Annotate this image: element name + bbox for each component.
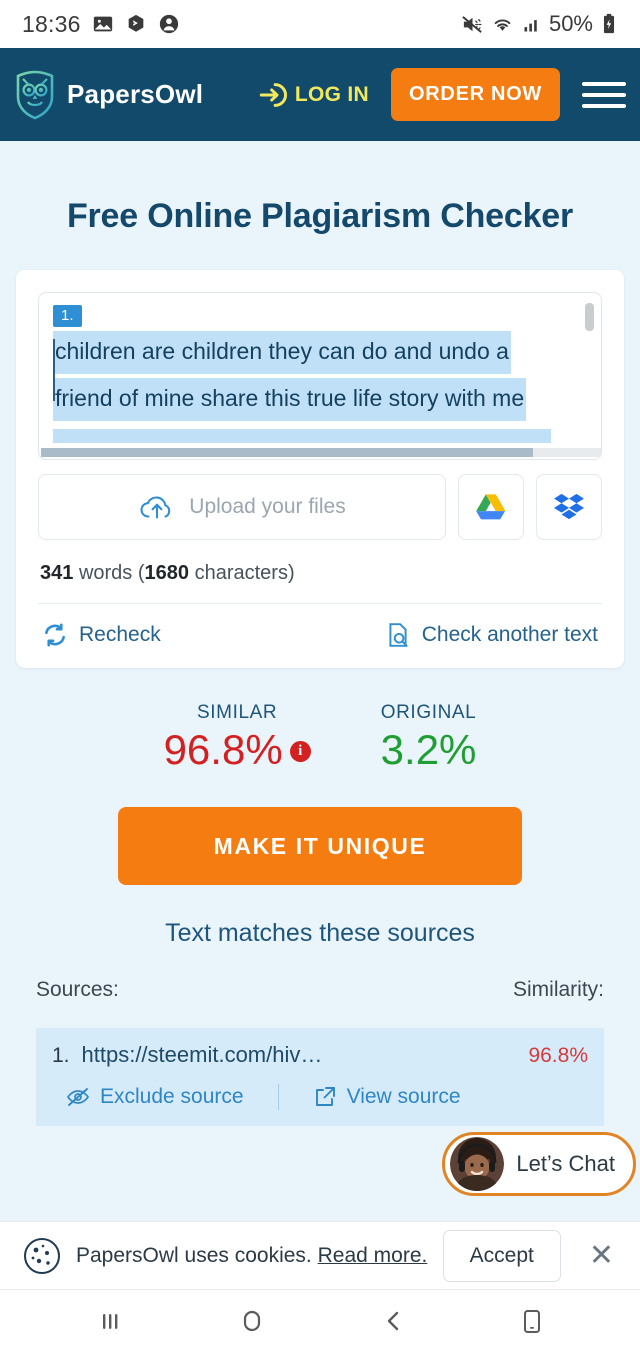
eye-off-icon <box>66 1085 90 1109</box>
original-value: 3.2% <box>380 726 477 773</box>
source-similarity: 96.8% <box>528 1044 588 1068</box>
cellular-signal-icon <box>521 14 542 35</box>
text-caret <box>53 339 55 401</box>
cookie-accept-button[interactable]: Accept <box>442 1229 561 1282</box>
editor-line-3-partial <box>53 429 551 443</box>
dropbox-icon <box>554 493 584 521</box>
recents-icon[interactable] <box>95 1306 125 1336</box>
back-icon[interactable] <box>378 1306 408 1336</box>
word-count-label: words <box>78 562 133 584</box>
word-count: 341 words (1680 characters) <box>40 562 295 584</box>
cloud-upload-icon <box>138 491 176 523</box>
dropbox-button[interactable] <box>536 474 602 540</box>
owl-logo-icon <box>12 69 58 121</box>
refresh-icon <box>42 622 68 648</box>
make-it-unique-button[interactable]: MAKE IT UNIQUE <box>118 807 522 886</box>
status-bar: 18:36 50% <box>0 0 640 48</box>
agent-avatar <box>450 1137 505 1191</box>
mobile-screen: 18:36 50% PapersOwl LOG IN ORDER NOW Fre… <box>0 0 640 1351</box>
battery-percent: 50% <box>548 11 593 36</box>
person-icon <box>158 13 180 35</box>
text-editor[interactable]: 1. children are children they can do and… <box>38 292 602 460</box>
login-button[interactable]: LOG IN <box>259 80 369 110</box>
char-count-number: 1680 <box>144 562 190 584</box>
similar-label: SIMILAR <box>197 702 278 723</box>
phone-icon[interactable] <box>519 1306 545 1336</box>
similar-value-row: 96.8% i <box>164 726 311 773</box>
brand-logo[interactable]: PapersOwl <box>12 69 203 121</box>
recheck-label: Recheck <box>79 623 161 646</box>
external-link-icon <box>313 1085 337 1109</box>
burger-line <box>582 103 626 108</box>
similar-value: 96.8% <box>163 726 283 773</box>
editor-horizontal-scrollbar[interactable] <box>41 448 601 459</box>
check-another-text-button[interactable]: Check another text <box>385 622 598 648</box>
login-label: LOG IN <box>294 82 370 106</box>
burger-line <box>582 81 626 86</box>
google-drive-icon <box>475 493 507 521</box>
cta-wrapper: MAKE IT UNIQUE <box>0 779 640 886</box>
view-source-label: View source <box>346 1085 461 1109</box>
original-label: ORIGINAL <box>380 702 477 723</box>
status-time: 18:36 <box>22 10 81 37</box>
source-row: 1. https://steemit.com/hiv… 96.8% Exclud… <box>36 1028 604 1127</box>
brand-name: PapersOwl <box>67 79 204 109</box>
char-count-label: characters <box>194 562 288 584</box>
recheck-button[interactable]: Recheck <box>42 622 161 648</box>
live-chat-widget[interactable]: Let’s Chat <box>442 1132 636 1196</box>
similarity-column-label: Similarity: <box>512 978 604 1002</box>
gallery-icon <box>92 13 114 35</box>
view-source-button[interactable]: View source <box>313 1085 461 1109</box>
mute-icon <box>461 13 484 36</box>
battery-charging-icon <box>600 13 618 35</box>
checker-card: 1. children are children they can do and… <box>16 270 624 668</box>
google-drive-button[interactable] <box>458 474 524 540</box>
editor-line-2: friend of mine share this true life stor… <box>53 378 527 421</box>
stat-similar: SIMILAR 96.8% i <box>164 702 311 773</box>
upload-files-button[interactable]: Upload your files <box>38 474 446 540</box>
cookie-banner: PapersOwl uses cookies. Read more. Accep… <box>0 1221 640 1290</box>
cookie-text: PapersOwl uses cookies. Read more. <box>76 1244 427 1268</box>
editor-vertical-scrollbar[interactable] <box>585 303 594 331</box>
chat-bubble-icon <box>125 13 147 35</box>
upload-row: Upload your files <box>38 474 602 540</box>
exclude-source-label: Exclude source <box>100 1085 244 1109</box>
status-bar-right: 50% <box>461 11 618 37</box>
burger-line <box>582 92 626 97</box>
order-now-button[interactable]: ORDER NOW <box>391 68 560 121</box>
sources-header: Sources: Similarity: <box>0 978 640 1028</box>
upload-label: Upload your files <box>189 495 346 518</box>
check-another-label: Check another text <box>421 623 598 646</box>
cookie-read-more-link[interactable]: Read more. <box>318 1244 428 1267</box>
page-title: Free Online Plagiarism Checker <box>66 197 574 235</box>
source-url[interactable]: https://steemit.com/hiv… <box>82 1042 323 1068</box>
source-row-top: 1. https://steemit.com/hiv… 96.8% <box>52 1042 588 1068</box>
cookie-close-icon[interactable]: ✕ <box>575 1238 618 1273</box>
similarity-stats: SIMILAR 96.8% i ORIGINAL 3.2% <box>0 668 640 779</box>
editor-line-1: children are children they can do and un… <box>53 331 511 374</box>
status-bar-left: 18:36 <box>22 11 180 38</box>
stat-original: ORIGINAL 3.2% <box>381 702 477 773</box>
info-icon[interactable]: i <box>289 741 311 762</box>
cookie-icon <box>22 1236 62 1276</box>
hscroll-thumb[interactable] <box>41 448 533 457</box>
word-count-number: 341 <box>40 562 74 584</box>
chat-label: Let’s Chat <box>516 1151 615 1176</box>
hamburger-menu-icon[interactable] <box>582 81 626 108</box>
site-header: PapersOwl LOG IN ORDER NOW <box>0 48 640 141</box>
exclude-source-button[interactable]: Exclude source <box>66 1085 244 1109</box>
login-arrow-icon <box>259 80 289 110</box>
source-index: 1. <box>52 1044 70 1068</box>
document-search-icon <box>385 622 411 648</box>
source-row-links: Exclude source View source <box>52 1084 588 1111</box>
wifi-icon <box>491 13 514 36</box>
editor-actions: Recheck Check another text <box>38 604 602 668</box>
matches-title: Text matches these sources <box>165 919 475 948</box>
home-icon[interactable] <box>236 1305 268 1337</box>
cookie-message: PapersOwl uses cookies. <box>76 1243 312 1267</box>
sources-column-label: Sources: <box>36 978 119 1002</box>
match-badge[interactable]: 1. <box>53 305 82 327</box>
links-separator <box>277 1084 279 1111</box>
android-nav-bar <box>0 1290 640 1351</box>
